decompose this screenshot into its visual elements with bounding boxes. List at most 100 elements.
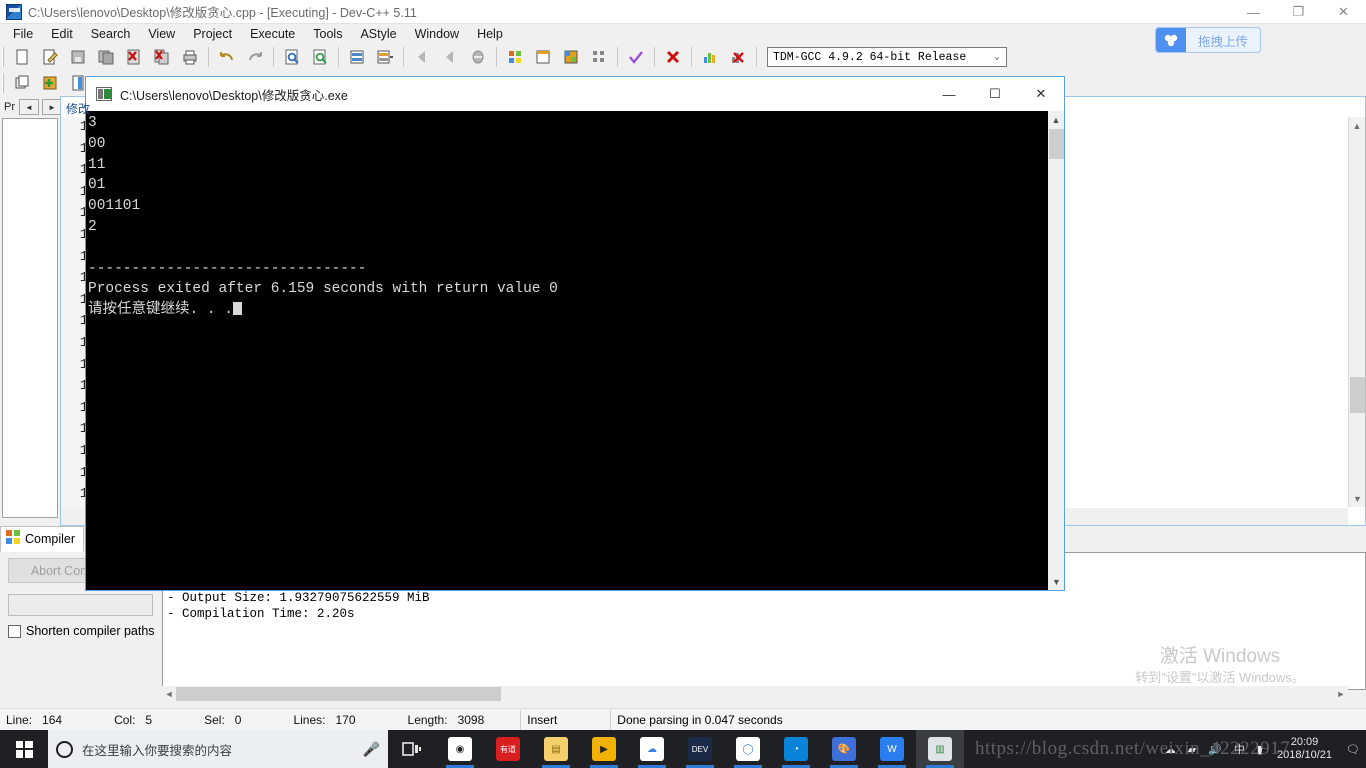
compile-and-run-icon[interactable]: [558, 45, 584, 69]
taskbar-app-google-chrome[interactable]: ◯: [724, 730, 772, 768]
taskbar-app-baidu-netdisk[interactable]: ☁: [628, 730, 676, 768]
shorten-compiler-paths-checkbox[interactable]: [8, 625, 21, 638]
replace-icon[interactable]: [307, 45, 333, 69]
microphone-icon[interactable]: 🎤: [363, 741, 380, 758]
undo-icon[interactable]: [214, 45, 240, 69]
project-tree[interactable]: [2, 118, 58, 518]
syntax-check-icon[interactable]: [623, 45, 649, 69]
console-vertical-scrollbar[interactable]: ▲ ▼: [1047, 111, 1064, 590]
back-icon[interactable]: [409, 45, 435, 69]
print-icon[interactable]: [177, 45, 203, 69]
delete-profile-icon[interactable]: [725, 45, 751, 69]
forward-icon[interactable]: [437, 45, 463, 69]
battery-icon[interactable]: ▮: [1251, 743, 1269, 756]
shorten-compiler-paths-row[interactable]: Shorten compiler paths: [8, 624, 155, 638]
save-icon[interactable]: [65, 45, 91, 69]
new-from-template-icon[interactable]: [37, 45, 63, 69]
toolbar-separator: [338, 47, 339, 67]
taskbar-app-wps-office[interactable]: W: [868, 730, 916, 768]
onedrive-icon[interactable]: ☁: [1159, 743, 1182, 756]
scroll-down-icon[interactable]: ▼: [1350, 490, 1365, 507]
google-chrome-icon: ◯: [736, 737, 760, 761]
taskbar-search-box[interactable]: 在这里输入你要搜索的内容 🎤: [48, 730, 388, 768]
toolbar-gripper-2[interactable]: [2, 73, 6, 93]
console-scroll-down-icon[interactable]: ▼: [1049, 573, 1064, 590]
close-all-icon[interactable]: [149, 45, 175, 69]
console-minimize-button[interactable]: —: [926, 77, 972, 111]
rebuild-all-icon[interactable]: [586, 45, 612, 69]
new-file-icon[interactable]: [9, 45, 35, 69]
taskbar-app-youdao-dictionary[interactable]: 有道: [484, 730, 532, 768]
file-explorer-icon: ▤: [544, 737, 568, 761]
toolbar-gripper[interactable]: [2, 47, 6, 67]
tab-next-button[interactable]: ►: [42, 99, 62, 115]
taskbar-app-potplayer[interactable]: ◉: [436, 730, 484, 768]
network-icon[interactable]: ▰: [1182, 743, 1202, 756]
console-output[interactable]: 3 00 11 01 001101 2 --------------------…: [86, 111, 1047, 590]
taskbar-app-browser-360[interactable]: ◔: [772, 730, 820, 768]
editor-vertical-scrollbar[interactable]: ▲ ▼: [1348, 117, 1365, 507]
menu-item-view[interactable]: View: [139, 25, 184, 43]
find-icon[interactable]: [279, 45, 305, 69]
baidu-netdisk-icon: [1156, 28, 1186, 52]
editor-scroll-thumb[interactable]: [1350, 377, 1365, 413]
status-col-label: Col:: [114, 713, 135, 727]
tab-project[interactable]: Pr: [2, 99, 16, 115]
scroll-left-icon[interactable]: ◄: [162, 687, 176, 701]
console-scroll-thumb[interactable]: [1049, 129, 1064, 159]
task-view-button[interactable]: [388, 730, 436, 768]
taskbar-app-media-player[interactable]: ▶: [580, 730, 628, 768]
add-to-project-icon[interactable]: [37, 71, 63, 95]
log-scroll-thumb[interactable]: [176, 687, 501, 701]
taskbar-app-console-window[interactable]: ▥: [916, 730, 964, 768]
console-window[interactable]: C:\Users\lenovo\Desktop\修改版贪心.exe — ☐ ✕ …: [85, 76, 1065, 591]
search-input[interactable]: 在这里输入你要搜索的内容: [82, 740, 354, 759]
menu-item-window[interactable]: Window: [406, 25, 468, 43]
scroll-right-icon[interactable]: ►: [1334, 687, 1348, 701]
redo-icon[interactable]: [242, 45, 268, 69]
compiler-icon: [6, 530, 20, 547]
goto-line-icon[interactable]: [344, 45, 370, 69]
console-close-button[interactable]: ✕: [1018, 77, 1064, 111]
console-scroll-up-icon[interactable]: ▲: [1048, 111, 1064, 128]
scroll-up-icon[interactable]: ▲: [1349, 117, 1365, 134]
profile-icon[interactable]: [697, 45, 723, 69]
taskbar-app-devcpp[interactable]: DEV: [676, 730, 724, 768]
compiler-log-hscrollbar[interactable]: ◄ ►: [162, 686, 1348, 702]
close-button[interactable]: ✕: [1321, 0, 1366, 24]
compiler-set-select[interactable]: TDM-GCC 4.9.2 64-bit Release ⌄: [767, 47, 1007, 67]
editor-tab-active[interactable]: 修改: [62, 98, 94, 118]
baidu-upload-button[interactable]: 拖拽上传: [1155, 27, 1261, 53]
menu-item-search[interactable]: Search: [82, 25, 140, 43]
menu-item-edit[interactable]: Edit: [42, 25, 82, 43]
close-file-icon[interactable]: [121, 45, 147, 69]
console-maximize-button[interactable]: ☐: [972, 77, 1018, 111]
minimize-button[interactable]: —: [1231, 0, 1276, 24]
menu-item-project[interactable]: Project: [184, 25, 241, 43]
run-icon[interactable]: [530, 45, 556, 69]
menu-item-file[interactable]: File: [4, 25, 42, 43]
new-project-icon[interactable]: [9, 71, 35, 95]
menu-item-astyle[interactable]: AStyle: [351, 25, 405, 43]
console-title: C:\Users\lenovo\Desktop\修改版贪心.exe: [120, 85, 348, 104]
clock[interactable]: 20:09 2018/10/21: [1269, 736, 1340, 762]
console-title-bar[interactable]: C:\Users\lenovo\Desktop\修改版贪心.exe — ☐ ✕: [86, 77, 1064, 111]
toggle-bookmark-icon[interactable]: [465, 45, 491, 69]
action-center-icon[interactable]: 🗨: [1340, 743, 1366, 756]
restore-button[interactable]: ❐: [1276, 0, 1321, 24]
taskbar-app-file-explorer[interactable]: ▤: [532, 730, 580, 768]
start-button[interactable]: [0, 730, 48, 768]
taskbar-app-paint[interactable]: 🎨: [820, 730, 868, 768]
stop-execution-icon[interactable]: [660, 45, 686, 69]
goto-function-icon[interactable]: [372, 45, 398, 69]
menu-item-execute[interactable]: Execute: [241, 25, 304, 43]
tab-compiler[interactable]: Compiler: [0, 526, 84, 552]
compile-icon[interactable]: [502, 45, 528, 69]
youdao-dictionary-icon: 有道: [496, 737, 520, 761]
menu-item-tools[interactable]: Tools: [304, 25, 351, 43]
save-all-icon[interactable]: [93, 45, 119, 69]
volume-icon[interactable]: 🔊: [1202, 743, 1228, 756]
menu-item-help[interactable]: Help: [468, 25, 512, 43]
ime-indicator[interactable]: 中: [1228, 741, 1251, 757]
tab-prev-button[interactable]: ◄: [19, 99, 39, 115]
